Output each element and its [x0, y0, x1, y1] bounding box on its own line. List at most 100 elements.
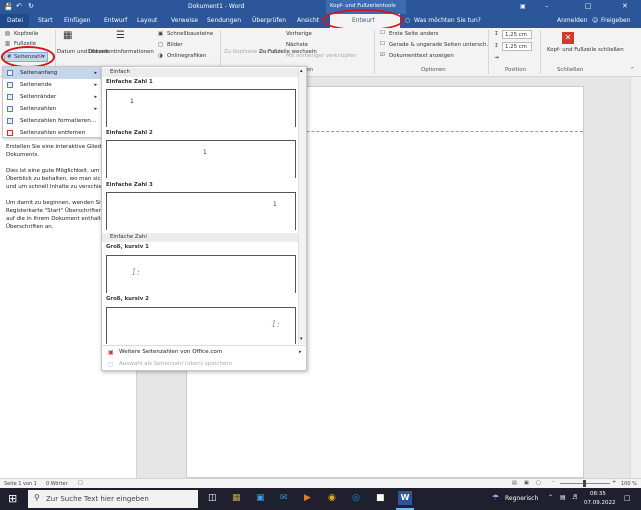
zoom-in-icon[interactable]: +: [612, 479, 616, 485]
taskbar-search-box[interactable]: ⚲ Zur Suche Text hier eingeben: [28, 490, 198, 508]
office-icon: ▣: [108, 349, 114, 356]
header-top-icon: ↧: [494, 31, 499, 37]
gallery-item-large-italic-1[interactable]: 1:: [106, 255, 296, 293]
online-pictures-button[interactable]: Onlinegrafiken: [167, 53, 206, 59]
gallery-item-large-italic-2[interactable]: 1:: [106, 307, 296, 344]
align-tab-icon[interactable]: ⇥: [494, 55, 499, 61]
share-button[interactable]: Freigeben: [601, 17, 631, 24]
tab-references[interactable]: Verweise: [171, 17, 198, 24]
ribbon-options-icon[interactable]: ▣: [520, 3, 526, 10]
notification-icon[interactable]: □: [624, 494, 631, 502]
tab-insert[interactable]: Einfügen: [64, 17, 90, 24]
gallery-scrollbar[interactable]: ▴ ▾: [298, 68, 306, 344]
title-bar: 💾 ↶ ↻ Dokument1 - Word Kopf- und Fußzeil…: [0, 0, 641, 14]
menu-item-format-page-numbers[interactable]: Seitenzahlen formatieren...: [3, 115, 101, 127]
next-button[interactable]: Nächste: [286, 42, 308, 48]
network-icon[interactable]: ▤: [560, 494, 566, 501]
chevron-right-icon: ▸: [94, 70, 97, 76]
menu-item-bottom-of-page[interactable]: Seitenende ▸: [3, 79, 101, 91]
clock-time[interactable]: 08:35: [590, 491, 606, 497]
window-title: Dokument1 - Word: [188, 3, 245, 10]
store-icon[interactable]: ▣: [256, 493, 265, 503]
gallery-heading-simple: Einfach: [102, 68, 298, 77]
close-header-footer-button[interactable]: Kopf- und Fußzeile schließen: [547, 47, 624, 53]
tab-review[interactable]: Überprüfen: [252, 17, 286, 24]
zoom-level[interactable]: 100 %: [621, 481, 637, 487]
redo-icon[interactable]: ↻: [28, 2, 34, 10]
chevron-right-icon: ▸: [94, 106, 97, 112]
word-taskbar-icon[interactable]: W: [398, 491, 412, 505]
mail-icon[interactable]: ✉: [280, 493, 288, 503]
remove-icon: [7, 130, 13, 136]
volume-icon[interactable]: ♬: [572, 494, 577, 501]
media-icon[interactable]: ▶: [304, 493, 311, 503]
file-explorer-icon[interactable]: ▦: [232, 493, 241, 503]
page-top-icon: [7, 70, 13, 76]
odd-even-checkbox[interactable]: ☐: [380, 41, 385, 47]
clock-date[interactable]: 07.09.2022: [584, 500, 616, 506]
gallery-item-plain-2[interactable]: 1: [106, 140, 296, 178]
collapse-ribbon-icon[interactable]: ⌃: [630, 67, 635, 73]
tray-chevron-icon[interactable]: ⌃: [548, 494, 553, 501]
footer-bottom-input[interactable]: 1,25 cm: [502, 42, 532, 51]
previous-button[interactable]: Vorherige: [286, 31, 312, 37]
minimize-icon[interactable]: –: [545, 2, 549, 10]
task-view-icon[interactable]: ◫: [208, 493, 217, 503]
close-header-footer-icon[interactable]: ✕: [562, 32, 574, 44]
proofing-icon[interactable]: □: [78, 480, 83, 486]
scroll-down-icon[interactable]: ▾: [300, 336, 303, 342]
quickparts-button[interactable]: Schnellbausteine: [167, 31, 213, 37]
tab-file[interactable]: Datei: [0, 14, 29, 28]
footer-icon: ▥: [5, 41, 11, 47]
save-icon[interactable]: 💾: [4, 3, 13, 11]
save-selection-icon: ▢: [108, 361, 114, 368]
show-text-checkbox[interactable]: ☑: [380, 52, 385, 58]
share-icon[interactable]: ☺: [592, 17, 598, 24]
chrome-icon[interactable]: ◉: [328, 493, 336, 503]
docinfo-button[interactable]: Dokumentinformationen: [88, 49, 154, 55]
weather-icon[interactable]: ☂: [492, 493, 499, 502]
menu-item-current-position[interactable]: Seitenzahlen ▸: [3, 103, 101, 115]
maximize-icon[interactable]: □: [585, 2, 592, 10]
taskbar: ⊞ ⚲ Zur Suche Text hier eingeben ◫ ▦ ▣ ✉…: [0, 488, 641, 510]
first-page-checkbox[interactable]: ☐: [380, 30, 385, 36]
save-selection-item[interactable]: Auswahl als Seitenzahl (oben) speichern: [119, 361, 232, 367]
zoom-out-icon[interactable]: –: [552, 479, 555, 485]
pictures-button[interactable]: Bilder: [167, 42, 183, 48]
signin-link[interactable]: Anmelden: [557, 17, 587, 24]
gallery-heading-plain-number: Einfache Zahl: [102, 233, 298, 242]
tab-view[interactable]: Ansicht: [297, 17, 319, 24]
group-close-label: Schließen: [557, 67, 584, 73]
link-previous-button[interactable]: Mit vorheriger verknüpfen: [286, 53, 356, 59]
scroll-up-icon[interactable]: ▴: [300, 68, 303, 74]
weather-label[interactable]: Regnerisch: [505, 495, 538, 502]
web-layout-icon[interactable]: ▢: [536, 480, 541, 486]
close-window-icon[interactable]: ✕: [622, 2, 628, 10]
print-layout-icon[interactable]: ▣: [524, 480, 529, 486]
undo-icon[interactable]: ↶: [16, 2, 22, 10]
tab-layout[interactable]: Layout: [137, 17, 157, 24]
header-top-input[interactable]: 1,25 cm: [502, 30, 532, 39]
menu-item-page-margins[interactable]: Seitenränder ▸: [3, 91, 101, 103]
tab-design[interactable]: Entwurf: [104, 17, 127, 24]
tab-mailings[interactable]: Sendungen: [207, 17, 241, 24]
windows-start-icon[interactable]: ⊞: [8, 492, 17, 505]
search-icon: ⚲: [34, 493, 40, 502]
more-from-office-link[interactable]: Weitere Seitenzahlen von Office.com: [119, 349, 222, 355]
header-button[interactable]: Kopfzeile: [14, 31, 38, 37]
read-mode-icon[interactable]: ▤: [512, 480, 517, 486]
chevron-right-icon: ▸: [299, 349, 302, 355]
menu-item-top-of-page[interactable]: Seitenanfang ▸: [3, 67, 101, 79]
tell-me-input[interactable]: Was möchten Sie tun?: [414, 17, 481, 24]
app-icon[interactable]: ■: [376, 493, 385, 503]
menu-item-remove-page-numbers[interactable]: Seitenzahlen entfernen: [3, 127, 101, 139]
word-count[interactable]: 0 Wörter: [46, 481, 68, 487]
gallery-item-plain-1[interactable]: 1: [106, 89, 296, 127]
zoom-slider-handle[interactable]: [583, 480, 586, 487]
vertical-scrollbar[interactable]: [630, 77, 641, 478]
page-count[interactable]: Seite 1 von 1: [4, 481, 37, 487]
gallery-item-plain-3[interactable]: 1: [106, 192, 296, 230]
edge-icon[interactable]: ◎: [352, 493, 360, 503]
status-bar: Seite 1 von 1 0 Wörter □ ▤ ▣ ▢ – + 100 %: [0, 478, 641, 488]
tab-start[interactable]: Start: [38, 17, 53, 24]
